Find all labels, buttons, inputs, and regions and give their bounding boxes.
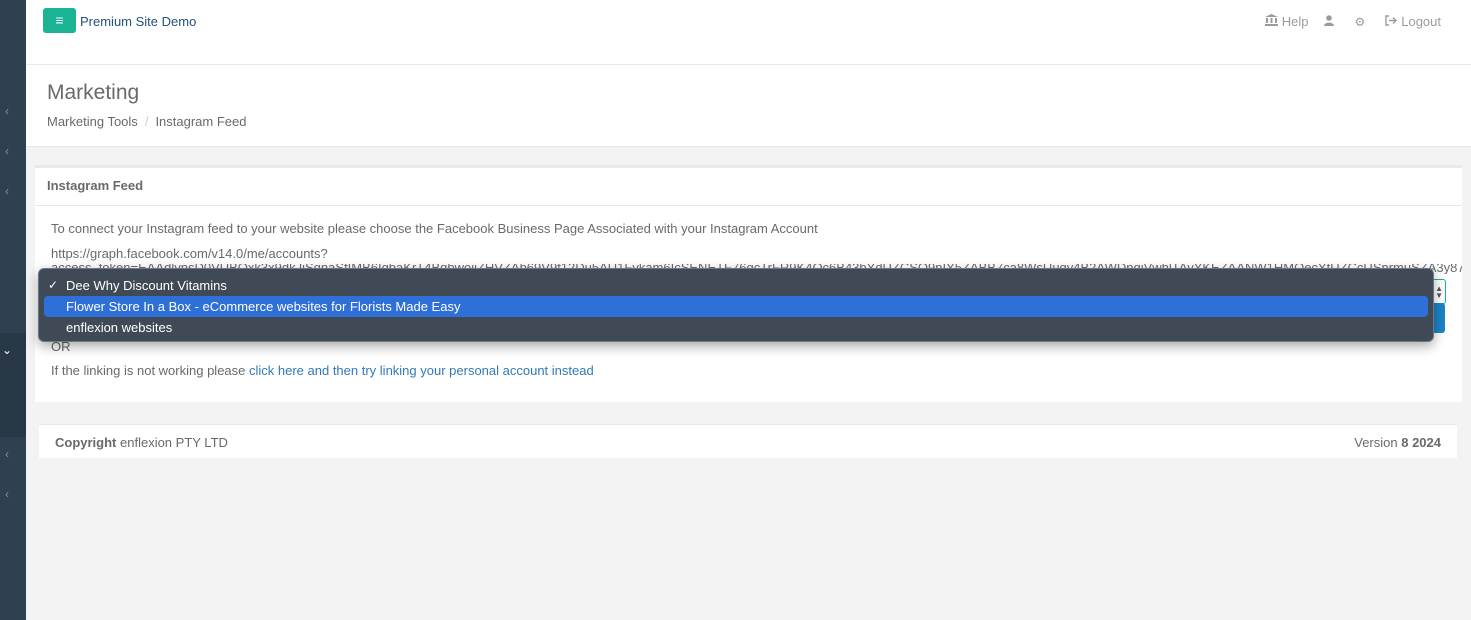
company-name: enflexion PTY LTD xyxy=(116,435,228,450)
top-navbar: ≡ Premium Site Demo Help ⚙ Logout xyxy=(26,0,1471,65)
select-arrows-icon: ▲ ▼ xyxy=(1435,284,1443,300)
option-label: Flower Store In a Box - eCommerce websit… xyxy=(66,299,461,314)
option-label: enflexion websites xyxy=(66,320,173,335)
top-nav-right: Help ⚙ Logout xyxy=(1249,14,1441,29)
menu-icon: ≡ xyxy=(55,12,64,28)
copyright-label: Copyright xyxy=(55,435,117,450)
version-value: 8 2024 xyxy=(1401,435,1441,450)
option-label: Dee Why Discount Vitamins xyxy=(66,278,227,293)
sidebar-section xyxy=(0,437,26,620)
footer-version: Version 8 2024 xyxy=(1354,435,1441,450)
instructions-text: To connect your Instagram feed to your w… xyxy=(51,221,818,236)
menu-toggle-button[interactable]: ≡ xyxy=(43,8,76,33)
dropdown-option-highlighted[interactable]: Flower Store In a Box - eCommerce websit… xyxy=(44,296,1428,317)
site-name-link[interactable]: Premium Site Demo xyxy=(80,14,196,29)
bank-icon xyxy=(1264,14,1278,29)
checkmark-icon: ✓ xyxy=(48,278,59,292)
page-title: Marketing xyxy=(47,81,140,104)
chevron-left-icon[interactable]: ‹ xyxy=(0,448,14,460)
footer-copyright: Copyright enflexion PTY LTD xyxy=(55,435,228,450)
sign-out-icon xyxy=(1385,14,1398,29)
chevron-left-icon[interactable]: ‹ xyxy=(0,488,14,500)
breadcrumb-item-marketing-tools[interactable]: Marketing Tools xyxy=(47,114,138,129)
sidebar-section xyxy=(0,0,26,333)
gear-icon: ⚙ xyxy=(1354,14,1366,29)
personal-account-link[interactable]: click here and then try linking your per… xyxy=(249,363,594,378)
profile-button[interactable] xyxy=(1324,14,1338,29)
facebook-page-dropdown: ✓ Dee Why Discount Vitamins Flower Store… xyxy=(38,268,1434,342)
sidebar: ‹ ‹ ‹ ⌄ ‹ ‹ xyxy=(0,0,26,620)
page-heading: Marketing Marketing Tools / Instagram Fe… xyxy=(26,65,1471,147)
breadcrumb: Marketing Tools / Instagram Feed xyxy=(47,114,246,129)
graph-url-line: https://graph.facebook.com/v14.0/me/acco… xyxy=(51,246,328,261)
help-link[interactable]: Help xyxy=(1264,14,1309,29)
panel-title: Instagram Feed xyxy=(35,168,1462,206)
user-icon xyxy=(1324,14,1335,29)
dropdown-option[interactable]: enflexion websites xyxy=(44,317,1428,338)
fallback-prefix: If the linking is not working please xyxy=(51,363,249,378)
chevron-left-icon[interactable]: ‹ xyxy=(0,185,14,197)
fallback-text: If the linking is not working please cli… xyxy=(51,363,594,378)
chevron-left-icon[interactable]: ‹ xyxy=(0,105,14,117)
chevron-down-icon[interactable]: ⌄ xyxy=(0,344,14,356)
breadcrumb-separator: / xyxy=(144,114,149,129)
footer: Copyright enflexion PTY LTD Version 8 20… xyxy=(39,424,1457,458)
settings-button[interactable]: ⚙ xyxy=(1354,15,1369,29)
chevron-left-icon[interactable]: ‹ xyxy=(0,145,14,157)
version-label: Version xyxy=(1354,435,1402,450)
logout-label: Logout xyxy=(1401,14,1441,29)
logout-link[interactable]: Logout xyxy=(1385,14,1441,29)
dropdown-option[interactable]: ✓ Dee Why Discount Vitamins xyxy=(44,275,1428,296)
breadcrumb-item-instagram-feed: Instagram Feed xyxy=(155,114,247,129)
help-label: Help xyxy=(1281,14,1309,29)
